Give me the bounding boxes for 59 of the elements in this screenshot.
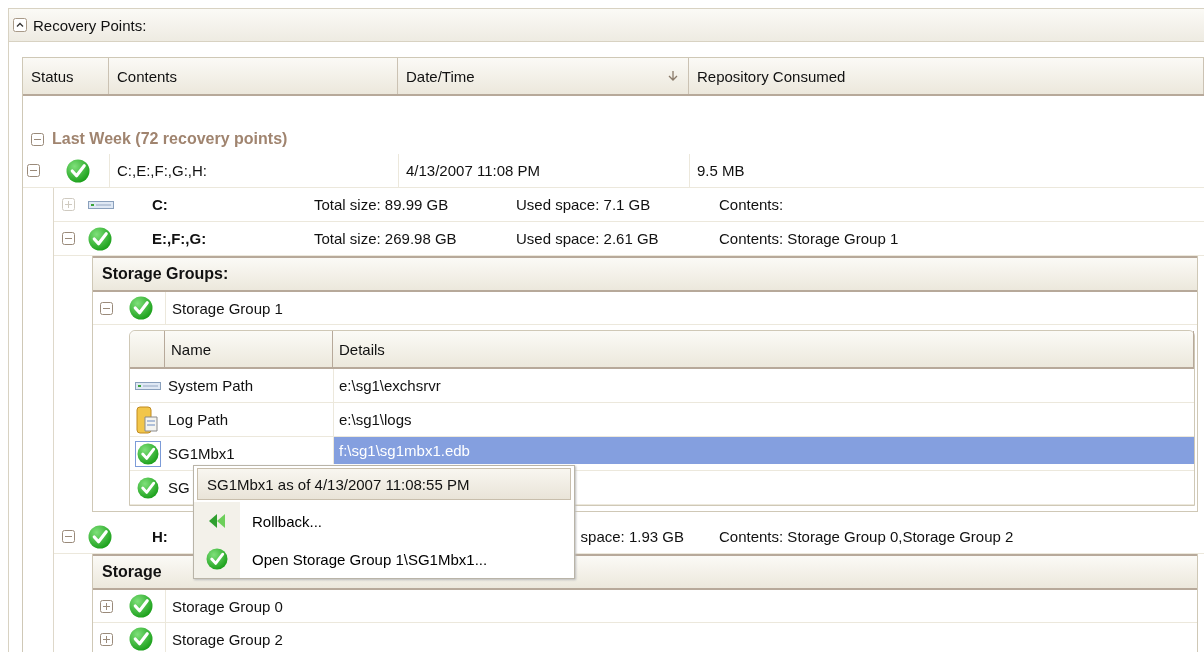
total-size: Total size: 269.98 GB	[314, 230, 457, 247]
log-file-icon	[135, 404, 160, 435]
table-cell: f:\sg1\sg1mbx1.edb	[339, 442, 470, 459]
check-icon	[206, 548, 228, 570]
rewind-icon	[207, 513, 227, 529]
table-cell: System Path	[168, 377, 254, 394]
group-label: Last Week (72 recovery points)	[52, 130, 288, 148]
used-space: Used space: 2.61 GB	[516, 230, 659, 247]
check-icon	[136, 442, 159, 465]
check-icon	[88, 226, 112, 251]
expand-toggle[interactable]	[100, 632, 113, 646]
drive-icon	[88, 200, 114, 209]
panel-title: Recovery Points:	[33, 16, 147, 34]
collapse-toggle[interactable]	[100, 301, 113, 315]
volume-contents: Contents: Storage Group 0,Storage Group 2	[719, 528, 1014, 545]
sort-arrow-icon[interactable]	[668, 71, 678, 81]
table-cell: SG1Mbx1	[168, 445, 235, 462]
table-cell: e:\sg1\logs	[339, 411, 412, 428]
column-header[interactable]: Details	[339, 340, 385, 358]
volume-name: H:	[152, 528, 168, 545]
check-icon	[136, 476, 159, 499]
check-icon	[129, 594, 153, 618]
column-header[interactable]: Status	[31, 67, 74, 85]
menu-item[interactable]: Open Storage Group 1\SG1Mbx1...	[194, 540, 574, 578]
collapse-toggle[interactable]	[62, 232, 75, 245]
check-icon	[129, 627, 153, 651]
section-title: Storage	[102, 563, 162, 581]
table-cell: Log Path	[168, 411, 229, 428]
collapse-button[interactable]	[13, 18, 27, 32]
used-space: Used space: 7.1 GB	[516, 196, 651, 213]
column-header[interactable]: Contents	[117, 67, 178, 85]
table-cell: 4/13/2007 11:08 PM	[406, 162, 540, 179]
storage-group-name: Storage Group 0	[172, 597, 283, 615]
total-size: Total size: 89.99 GB	[314, 196, 449, 213]
drive-icon	[134, 381, 161, 390]
check-icon	[88, 524, 112, 549]
table-cell: e:\sg1\exchsrvr	[339, 377, 441, 394]
collapse-toggle[interactable]	[27, 164, 40, 177]
collapse-toggle[interactable]	[62, 530, 75, 543]
used-space: space: 1.93 GB	[580, 528, 684, 545]
volume-name: C:	[152, 196, 168, 213]
storage-group-name: Storage Group 1	[172, 299, 283, 317]
table-cell: C:,E:,F:,G:,H:	[117, 162, 207, 179]
section-title: Storage Groups:	[102, 265, 229, 283]
volume-contents: Contents:	[719, 196, 784, 213]
check-icon	[129, 296, 153, 320]
expand-toggle[interactable]	[100, 599, 113, 613]
column-header[interactable]: Date/Time	[406, 67, 475, 85]
column-header[interactable]: Repository Consumed	[697, 67, 846, 85]
menu-item[interactable]: Rollback...	[194, 502, 574, 540]
table-cell: 9.5 MB	[697, 162, 745, 179]
storage-group-name: Storage Group 2	[172, 630, 283, 648]
check-icon	[66, 158, 90, 183]
menu-title: SG1Mbx1 as of 4/13/2007 11:08:55 PM	[207, 475, 470, 493]
column-header[interactable]: Name	[171, 340, 211, 358]
table-cell: SG	[168, 479, 190, 496]
collapse-toggle[interactable]	[31, 132, 44, 146]
volume-contents: Contents: Storage Group 1	[719, 230, 899, 247]
volume-name: E:,F:,G:	[152, 230, 207, 247]
